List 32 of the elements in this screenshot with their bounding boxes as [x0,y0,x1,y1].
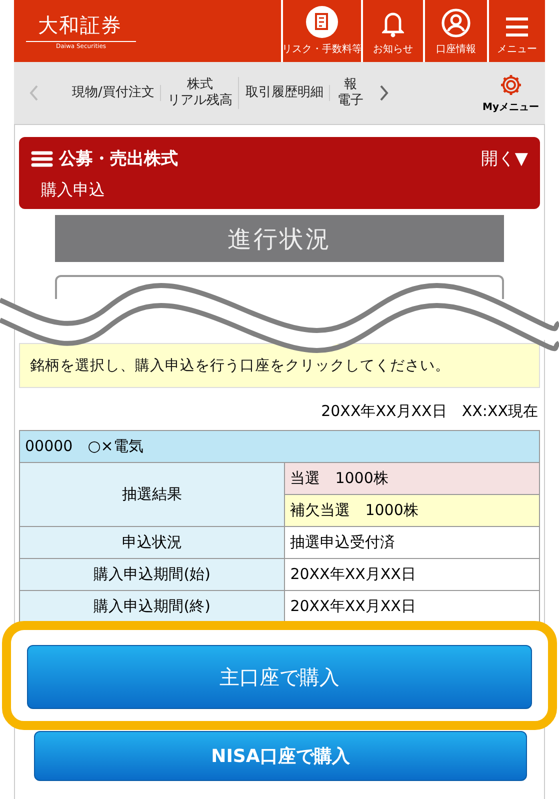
gear-icon [498,72,523,96]
row-value: 抽選申込受付済 [284,526,540,558]
instruction-notice: 銘柄を選択し、購入申込を行う口座をクリックしてください。 [19,343,540,388]
progress-heading: 進行状況 [55,215,504,262]
row-label: 抽選結果 [20,462,285,526]
section-title: 公募・売出株式 [59,148,178,170]
buy-button[interactable]: 主口座で購入 [27,645,532,709]
nav-tab[interactable]: 現物/買付注文 [66,84,162,102]
nav-tab[interactable]: 取引履歴明細 [239,84,330,102]
nav-tab[interactable]: 報 電子 [330,76,370,110]
row-value: 補欠当選 1000株 [284,494,540,526]
row-value: 20XX年XX月XX日 [284,558,540,590]
chevron-right-icon[interactable] [378,84,390,102]
row-label: 申込状況 [20,526,285,558]
nav-tab[interactable]: 株式 リアル残高 [161,76,240,110]
row-value: 20XX年XX月XX日 [284,590,540,622]
expand-toggle[interactable]: 開く▼ [480,147,528,170]
stock-name: 00000 ○×電気 [20,430,540,462]
document-icon [306,6,338,38]
header-button[interactable]: リスク・手数料等 [281,0,361,62]
user-icon [441,8,471,38]
as-of-date: 20XX年XX月XX日 XX:XX現在 [320,402,538,421]
bell-icon [382,10,404,38]
menu-icon [504,16,530,38]
buy-button[interactable]: NISA口座で購入 [34,731,527,781]
logo[interactable]: 大和証券 [26,12,136,42]
section-subtitle: 購入申込 [40,180,106,201]
menu-icon [31,150,53,168]
row-label: 購入申込期間(始) [20,558,285,590]
row-label: 購入申込期間(終) [20,590,285,622]
my-menu-button[interactable]: Myメニュー [482,72,545,114]
row-value: 当選 1000株 [284,462,540,494]
